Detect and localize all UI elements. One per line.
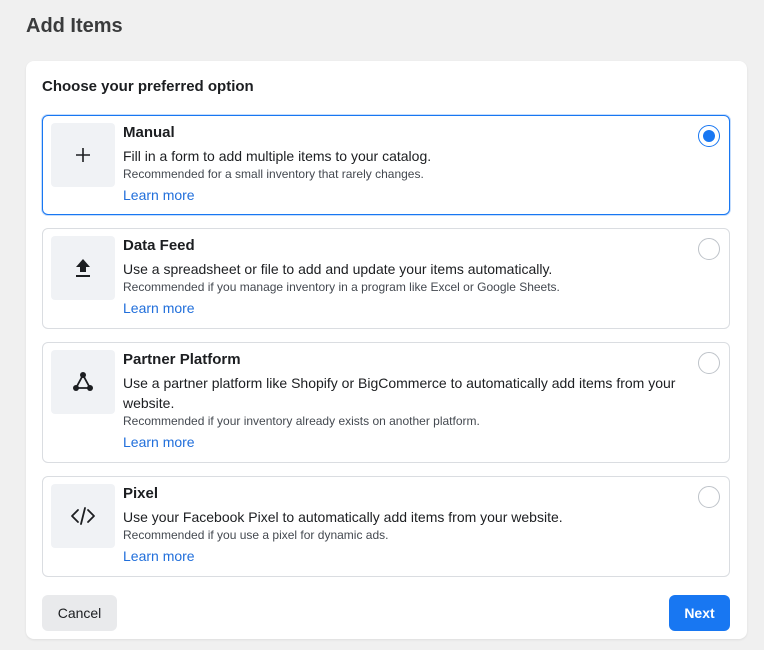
upload-icon	[51, 236, 115, 300]
option-recommendation: Recommended if you use a pixel for dynam…	[123, 528, 389, 542]
option-title: Partner Platform	[123, 351, 241, 368]
option-partner-platform[interactable]: Partner Platform Use a partner platform …	[42, 342, 730, 463]
option-description: Use a partner platform like Shopify or B…	[123, 375, 676, 411]
option-title: Pixel	[123, 485, 159, 502]
plus-icon	[51, 123, 115, 187]
page-title: Add Items	[26, 15, 123, 37]
option-data-feed[interactable]: Data Feed Use a spreadsheet or file to a…	[42, 228, 730, 329]
option-description: Use a spreadsheet or file to add and upd…	[123, 261, 553, 277]
option-manual[interactable]: Manual Fill in a form to add multiple it…	[42, 115, 730, 215]
learn-more-link[interactable]: Learn more	[123, 433, 195, 451]
cancel-button[interactable]: Cancel	[42, 595, 117, 631]
card-heading: Choose your preferred option	[42, 78, 254, 95]
option-title: Data Feed	[123, 237, 195, 254]
radio-partner-platform[interactable]	[698, 352, 720, 374]
option-title: Manual	[123, 124, 175, 141]
option-recommendation: Recommended if you manage inventory in a…	[123, 280, 560, 294]
learn-more-link[interactable]: Learn more	[123, 547, 195, 565]
option-recommendation: Recommended if your inventory already ex…	[123, 414, 480, 428]
next-button[interactable]: Next	[669, 595, 730, 631]
radio-pixel[interactable]	[698, 486, 720, 508]
learn-more-link[interactable]: Learn more	[123, 186, 195, 204]
network-nodes-icon	[51, 350, 115, 414]
code-icon	[51, 484, 115, 548]
option-recommendation: Recommended for a small inventory that r…	[123, 167, 424, 181]
option-pixel[interactable]: Pixel Use your Facebook Pixel to automat…	[42, 476, 730, 577]
radio-manual[interactable]	[698, 125, 720, 147]
learn-more-link[interactable]: Learn more	[123, 299, 195, 317]
options-card: Choose your preferred option Manual Fill…	[26, 61, 747, 639]
option-description: Use your Facebook Pixel to automatically…	[123, 509, 563, 525]
radio-data-feed[interactable]	[698, 238, 720, 260]
option-description: Fill in a form to add multiple items to …	[123, 148, 432, 164]
